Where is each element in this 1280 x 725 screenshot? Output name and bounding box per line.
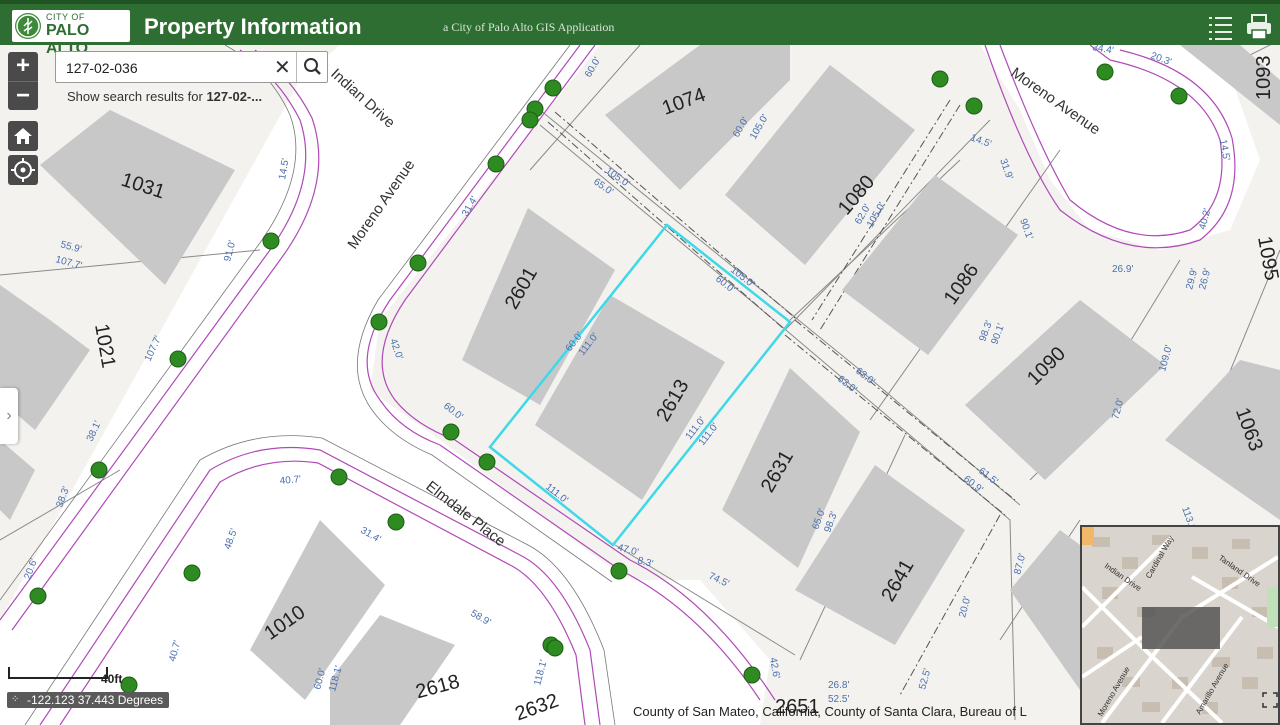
address-label: 1095 <box>1253 235 1280 283</box>
city-logo[interactable]: CITY OF PALO ALTO <box>12 10 130 57</box>
dimension-label: 90.1' <box>1017 217 1035 241</box>
dimension-label: 20.0' <box>957 595 973 619</box>
dimension-label: 42.6' <box>767 657 782 680</box>
search-hint-prefix: Show search results for <box>67 89 207 104</box>
print-icon[interactable] <box>1244 12 1274 42</box>
overview-map-layer: Indian Drive Cardinal Way Tanland Drive … <box>1082 527 1278 723</box>
address-label: 1021 <box>90 322 119 370</box>
locate-icon <box>11 158 35 182</box>
side-panel-toggle[interactable]: › <box>0 388 18 444</box>
dimension-label: 55.9' <box>59 239 83 255</box>
expand-overview-icon[interactable] <box>1262 692 1278 708</box>
scale-label: 40ft <box>101 672 123 686</box>
clear-search-button[interactable]: ✕ <box>274 55 291 80</box>
coordinate-toggle-icon: ⁘ <box>11 694 20 705</box>
search-icon <box>304 58 321 75</box>
zoom-in-button[interactable]: + <box>8 52 38 81</box>
scale-bar <box>8 667 108 679</box>
home-icon <box>14 128 32 144</box>
dimension-label: 31.9' <box>997 157 1015 181</box>
dimension-label: 26.8' <box>828 680 849 691</box>
zoom-control: + − <box>8 52 38 110</box>
app-subtitle: a City of Palo Alto GIS Application <box>443 20 615 34</box>
address-label: 1093 <box>1253 56 1275 101</box>
dimension-label: 74.5' <box>707 571 731 590</box>
list-icon[interactable] <box>1205 12 1235 42</box>
coordinate-readout[interactable]: ⁘ -122.123 37.443 Degrees <box>7 692 170 708</box>
zoom-out-button[interactable]: − <box>8 81 38 111</box>
tree-emblem-icon <box>15 13 41 39</box>
dimension-label: 109.0' <box>1157 344 1175 373</box>
map-attribution: County of San Mateo, California, County … <box>633 704 1027 719</box>
search-input[interactable] <box>64 57 268 79</box>
dimension-label: 60.0' <box>441 401 465 423</box>
dimension-label: 14.5' <box>969 132 993 150</box>
search-hint-term: 127-02-... <box>206 89 263 104</box>
search-button[interactable] <box>296 52 329 82</box>
locate-button[interactable] <box>8 155 38 185</box>
dimension-label: 42.0' <box>387 337 405 361</box>
logo-city-text: CITY OF <box>46 12 85 22</box>
home-button[interactable] <box>8 121 38 151</box>
search-box: ✕ <box>55 51 328 83</box>
dimension-label: 63.0' <box>835 374 859 396</box>
dimension-label: 52.5' <box>917 667 933 691</box>
overview-map[interactable]: Indian Drive Cardinal Way Tanland Drive … <box>1080 525 1280 725</box>
coordinate-text: -122.123 37.443 Degrees <box>27 693 164 707</box>
dimension-label: 47.0' <box>616 542 640 558</box>
dimension-label: 26.9' <box>1112 264 1133 275</box>
app-header: CITY OF PALO ALTO Property Information a… <box>0 0 1280 57</box>
dimension-label: 40.7' <box>279 474 301 487</box>
search-results-link[interactable]: Show search results for 127-02-... <box>67 89 262 104</box>
dimension-label: 8.3' <box>636 555 654 570</box>
app-title: Property Information <box>144 14 362 39</box>
